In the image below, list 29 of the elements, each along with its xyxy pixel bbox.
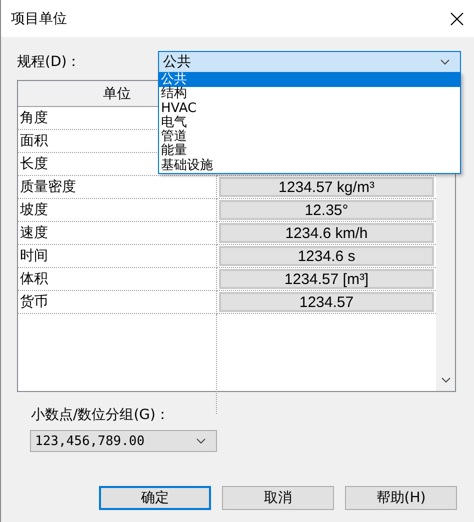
discipline-dropdown[interactable]: 公共 bbox=[158, 51, 461, 73]
format-button[interactable]: 1234.57 bbox=[219, 292, 434, 312]
grouping-label: 小数点/数位分组(G)： bbox=[31, 406, 170, 424]
unit-name-cell: 货币 bbox=[18, 291, 217, 314]
unit-name-cell: 体积 bbox=[18, 268, 217, 291]
cancel-button[interactable]: 取消 bbox=[222, 486, 334, 510]
chevron-down-icon bbox=[440, 59, 450, 65]
chevron-down-icon bbox=[440, 377, 450, 383]
dropdown-option[interactable]: 管道 bbox=[159, 130, 460, 144]
grouping-dropdown[interactable]: 123,456,789.00 bbox=[30, 430, 217, 452]
ok-button[interactable]: 确定 bbox=[99, 486, 211, 510]
format-button[interactable]: 12.35° bbox=[219, 200, 434, 220]
format-button[interactable]: 1234.6 km/h bbox=[219, 223, 434, 243]
chevron-down-icon bbox=[196, 438, 206, 444]
dropdown-option[interactable]: 能量 bbox=[159, 144, 460, 159]
unit-name-cell: 时间 bbox=[18, 245, 217, 268]
help-button[interactable]: 帮助(H) bbox=[345, 486, 457, 510]
unit-name-cell: 速度 bbox=[18, 222, 217, 245]
dropdown-option[interactable]: 基础设施 bbox=[159, 158, 460, 174]
close-icon[interactable] bbox=[450, 12, 464, 26]
format-button[interactable]: 1234.57 kg/m³ bbox=[219, 177, 434, 197]
unit-name-cell: 质量密度 bbox=[18, 176, 217, 199]
discipline-label: 规程(D)： bbox=[17, 53, 81, 71]
format-button[interactable]: 1234.57 [m³] bbox=[219, 269, 434, 289]
dropdown-option[interactable]: 电气 bbox=[159, 116, 460, 130]
format-button[interactable]: 1234.6 s bbox=[219, 246, 434, 266]
unit-name-cell: 坡度 bbox=[18, 199, 217, 222]
window-title: 项目单位 bbox=[11, 10, 67, 28]
dropdown-option[interactable]: 公共 bbox=[159, 73, 460, 88]
